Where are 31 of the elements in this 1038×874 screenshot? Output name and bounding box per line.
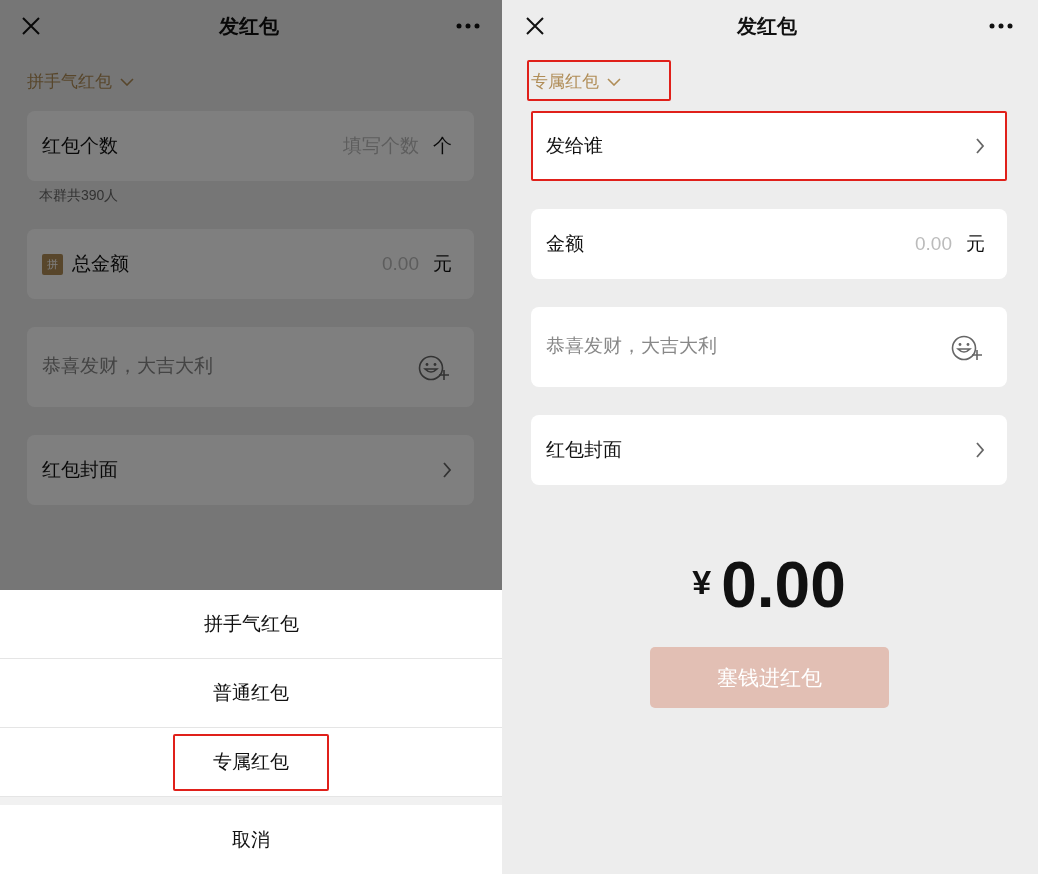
page-title: 发红包 xyxy=(218,13,279,39)
chevron-down-icon xyxy=(607,77,621,86)
greeting-input[interactable]: 恭喜发财，大吉大利 xyxy=(42,355,404,377)
chevron-right-icon xyxy=(975,137,985,155)
greeting-input[interactable]: 恭喜发财，大吉大利 xyxy=(546,335,937,357)
total-amount: 0.00 xyxy=(721,553,846,617)
nav-row[interactable]: 红包封面 xyxy=(27,435,474,505)
unit-label: 元 xyxy=(966,232,985,256)
member-count-note: 本群共390人 xyxy=(39,187,120,205)
nav-row[interactable]: 红包封面 xyxy=(531,415,1007,485)
currency-sign: ¥ xyxy=(692,563,712,602)
chevron-right-icon xyxy=(975,441,985,459)
sheet-option[interactable]: 拼手气红包 xyxy=(0,590,502,659)
greeting-field[interactable]: 恭喜发财，大吉大利 xyxy=(531,307,1007,387)
page-title: 发红包 xyxy=(737,13,797,39)
chevron-down-icon xyxy=(120,77,134,86)
random-badge: 拼 xyxy=(42,253,63,275)
amount-input[interactable]: 0.00 xyxy=(584,233,952,255)
unit-label: 元 xyxy=(433,252,452,276)
field-label: 总金额 xyxy=(72,252,129,276)
chevron-right-icon xyxy=(442,461,452,479)
unit-label: 个 xyxy=(433,134,452,158)
more-icon[interactable] xyxy=(989,23,1013,29)
greeting-field[interactable]: 恭喜发财，大吉大利 xyxy=(27,327,474,407)
emoji-add-icon[interactable] xyxy=(418,355,452,381)
amount-field[interactable]: 金额 0.00 元 xyxy=(531,209,1007,279)
nav-row[interactable]: 发给谁 xyxy=(531,111,1007,181)
close-icon[interactable] xyxy=(525,16,545,36)
field-label: 金额 xyxy=(546,232,584,256)
field-label: 红包个数 xyxy=(42,134,118,158)
emoji-add-icon[interactable] xyxy=(951,335,985,361)
